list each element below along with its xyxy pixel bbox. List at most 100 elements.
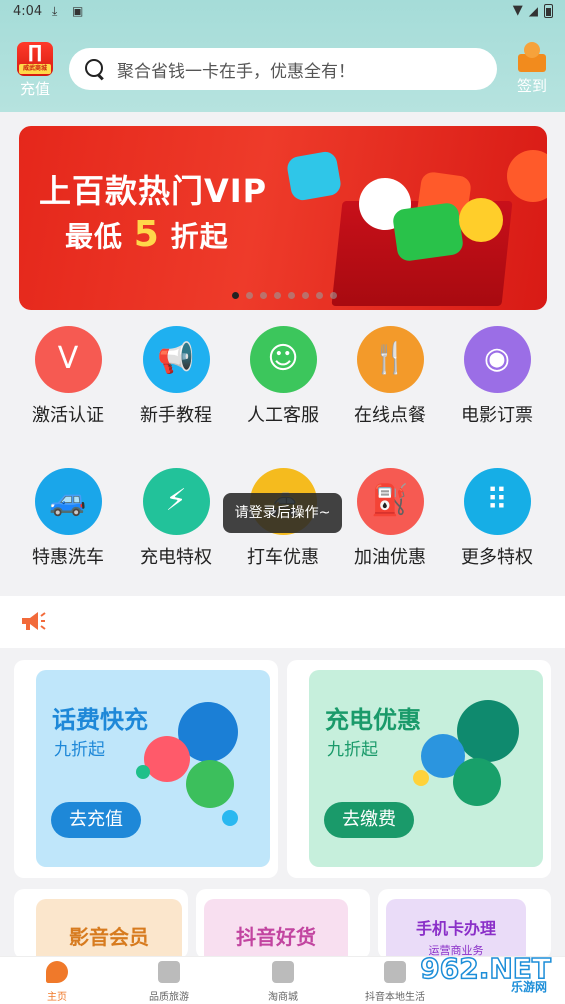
grid-item-grid-dots[interactable]: ⠿ 更多特权 [447, 468, 547, 569]
home-icon [46, 961, 68, 983]
banner-sub-num: 5 [133, 214, 160, 255]
grid-item-v-badge[interactable]: V 激活认证 [18, 326, 118, 427]
fork-knife-icon: 🍴 [356, 326, 424, 393]
tab-travel[interactable]: 品质旅游 [114, 961, 224, 1003]
decor-ball [413, 770, 429, 786]
grid-item-charging-pile[interactable]: ⚡ 充电特权 [126, 468, 226, 569]
banner-subtitle: 最低 5 折起 [65, 214, 229, 255]
chat-smile-icon: ☺ [249, 326, 317, 393]
tab-home[interactable]: 主页 [2, 961, 112, 1003]
logo-mark: ∏ [27, 42, 43, 63]
pagination-dot[interactable] [288, 292, 295, 299]
grid-item-label: 充电特权 [140, 547, 212, 568]
grid-item-film-reel[interactable]: ◉ 电影订票 [447, 326, 547, 427]
a-icon: ▣ [72, 4, 84, 18]
decor-ball [222, 810, 238, 826]
pagination-dot[interactable] [232, 292, 239, 299]
banner-pagination [232, 292, 337, 299]
card-inner: 话费快充 九折起 去充值 [36, 670, 270, 867]
luggage-icon [158, 961, 180, 983]
grid-item-label: 激活认证 [32, 405, 104, 426]
recharge-button[interactable]: ∏ 威武商城 充值 [16, 42, 54, 99]
card-title: 充电优惠 [325, 706, 421, 734]
signin-label: 签到 [516, 77, 547, 95]
icon-glyph: 🚙 [49, 483, 87, 518]
charging-pile-icon: ⚡ [142, 468, 210, 535]
logo-text: 威武商城 [19, 64, 51, 74]
megaphone-icon: 📢 [142, 326, 210, 393]
search-placeholder: 聚合省钱一卡在手，优惠全有！ [117, 61, 355, 82]
grid-item-fork-knife[interactable]: 🍴 在线点餐 [340, 326, 440, 427]
promo-banner[interactable]: 上百款热门VIP 最低 5 折起 [19, 126, 547, 310]
pay-bill-button[interactable]: 去缴费 [324, 802, 414, 838]
crown-icon [516, 42, 548, 72]
tab-label: 品质旅游 [149, 992, 189, 1003]
icon-glyph: V [57, 341, 79, 376]
login-toast: 请登录后操作~ [223, 493, 342, 533]
notice-bar [0, 596, 565, 648]
storefront-icon [272, 961, 294, 983]
icon-glyph: ⛽ [371, 483, 409, 518]
wifi-icon: ▼ [512, 3, 523, 18]
pagination-dot[interactable] [260, 292, 267, 299]
banner-sub-post: 折起 [170, 220, 229, 253]
icon-glyph: ☺ [267, 341, 299, 376]
icon-glyph: 📢 [157, 341, 195, 376]
watermark-sub: 乐游网 [510, 980, 547, 994]
promo-cards: 话费快充 九折起 去充值 充电优惠 九折起 去缴费 [14, 660, 551, 878]
grid-item-label: 电影订票 [461, 405, 533, 426]
pagination-dot[interactable] [330, 292, 337, 299]
crown-tab-icon [384, 961, 406, 983]
grid-item-chat-smile[interactable]: ☺ 人工客服 [233, 326, 333, 427]
pagination-dot[interactable] [274, 292, 281, 299]
mobile-icon [186, 760, 234, 808]
app-logo: ∏ 威武商城 [17, 42, 53, 76]
tab-taobao-mall[interactable]: 淘商城 [228, 961, 338, 1003]
signal-icon: ◢ [528, 3, 538, 18]
recharge-now-button[interactable]: 去充值 [51, 802, 141, 838]
fuel-pump-icon: ⛽ [356, 468, 424, 535]
film-reel-icon: ◉ [463, 326, 531, 393]
tab-label: 淘商城 [268, 992, 298, 1003]
car-wash-icon: 🚙 [34, 468, 102, 535]
card-inner: 充电优惠 九折起 去缴费 [309, 670, 543, 867]
v-badge-icon: V [34, 326, 102, 393]
douyin-goods-card[interactable]: 抖音好货 [196, 889, 370, 969]
tab-label: 主页 [47, 992, 67, 1003]
grid-item-label: 更多特权 [461, 547, 533, 568]
tencent-video-icon [285, 149, 343, 203]
battery-icon [544, 3, 553, 18]
pagination-dot[interactable] [316, 292, 323, 299]
grid-item-label: 打车优惠 [247, 547, 319, 568]
icon-glyph: ⚡ [165, 483, 187, 518]
bilibili-icon [459, 198, 503, 242]
decor-ball [136, 765, 150, 779]
card-title: 话费快充 [52, 706, 148, 734]
banner-title: 上百款热门VIP [39, 172, 268, 210]
media-membership-card[interactable]: 影音会员 [14, 889, 188, 969]
search-bar[interactable]: 聚合省钱一卡在手，优惠全有！ [69, 48, 497, 90]
pagination-dot[interactable] [246, 292, 253, 299]
state-grid-icon [457, 700, 519, 762]
search-icon [85, 59, 105, 79]
grid-item-label: 加油优惠 [354, 547, 426, 568]
sim-card-card[interactable]: 手机卡办理 运营商业务 [378, 889, 551, 969]
gas-company-icon [453, 758, 501, 806]
phone-recharge-card[interactable]: 话费快充 九折起 去充值 [14, 660, 278, 878]
signin-button[interactable]: 签到 [515, 42, 549, 96]
grid-dots-icon: ⠿ [463, 468, 531, 535]
iqiyi-icon [391, 201, 465, 263]
banner-sub-pre: 最低 [65, 220, 124, 253]
icon-glyph: ⠿ [486, 483, 508, 518]
watermark: 962.NET 乐游网 [409, 951, 559, 998]
card-subtitle: 九折起 [54, 740, 105, 760]
pagination-dot[interactable] [302, 292, 309, 299]
icon-glyph: ◉ [483, 341, 511, 376]
ev-charge-card[interactable]: 充电优惠 九折起 去缴费 [287, 660, 551, 878]
grid-item-fuel-pump[interactable]: ⛽ 加油优惠 [340, 468, 440, 569]
grid-item-car-wash[interactable]: 🚙 特惠洗车 [18, 468, 118, 569]
status-time: 4:04 [13, 4, 43, 19]
card-subtitle: 九折起 [327, 740, 378, 760]
download-icon: ⤓ [52, 4, 58, 18]
grid-item-megaphone[interactable]: 📢 新手教程 [126, 326, 226, 427]
